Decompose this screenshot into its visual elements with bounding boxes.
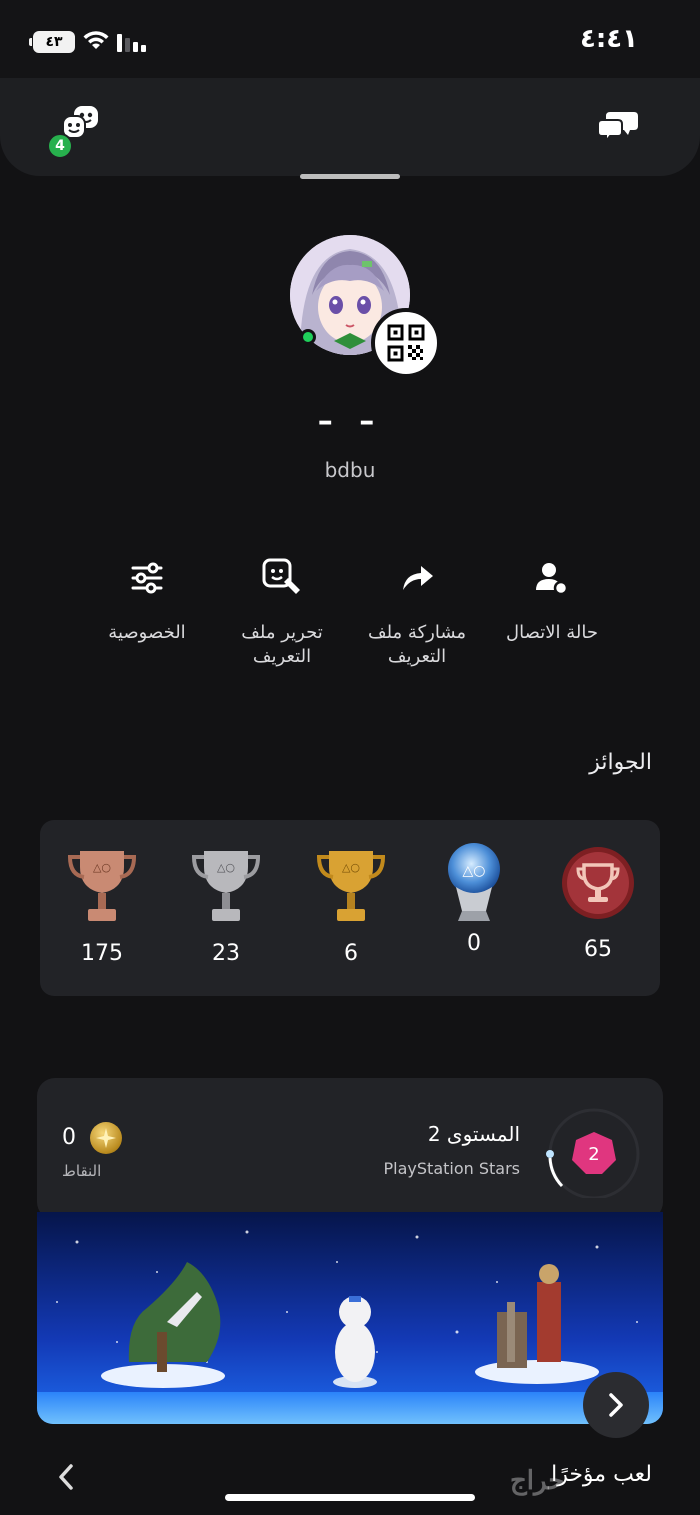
points-label: النقاط xyxy=(62,1162,102,1180)
qr-code-button[interactable] xyxy=(371,308,441,378)
trophy-bronze: △○ 175 xyxy=(57,845,147,966)
action-privacy[interactable]: الخصوصية xyxy=(82,555,212,675)
svg-text:△○: △○ xyxy=(342,861,360,874)
online-id: bdbu xyxy=(324,458,376,482)
trophy-bronze-count: 175 xyxy=(81,941,123,966)
trophy-level-icon xyxy=(562,847,634,919)
online-status-dot xyxy=(300,329,316,345)
banner-next-button[interactable] xyxy=(583,1372,649,1438)
trophy-platinum-count: 0 xyxy=(467,931,481,956)
watermark: حراج xyxy=(510,1466,565,1496)
action-label: مشاركة ملف التعريف xyxy=(367,622,467,667)
action-connection-status[interactable]: حالة الاتصال xyxy=(487,555,617,675)
points-coin-icon xyxy=(90,1122,122,1154)
display-name: – – xyxy=(317,404,383,439)
recently-played-title: لعب مؤخرًا xyxy=(551,1462,652,1487)
user-status-icon xyxy=(487,555,617,601)
wifi-icon xyxy=(82,29,110,55)
trophy-gold: △○ 6 xyxy=(306,845,396,966)
bronze-trophy-icon: △○ xyxy=(67,851,137,921)
signal-icon xyxy=(117,32,146,52)
status-time: ٤:٤١ xyxy=(579,24,638,54)
trophy-gold-count: 6 xyxy=(344,941,358,966)
action-edit-profile[interactable]: تحرير ملف التعريف xyxy=(217,555,347,675)
battery-icon: ٤٣ xyxy=(29,31,75,53)
qr-code-icon xyxy=(387,324,425,362)
trophy-level: 65 xyxy=(553,845,643,962)
trophy-silver-count: 23 xyxy=(212,941,240,966)
collectibles-banner[interactable] xyxy=(37,1212,663,1424)
platinum-trophy-icon: △○ xyxy=(448,843,500,921)
trophy-platinum: △○ 0 xyxy=(429,843,519,956)
drag-handle[interactable] xyxy=(300,174,400,179)
trophy-level-count: 65 xyxy=(584,937,612,962)
chat-bubbles-icon[interactable] xyxy=(597,108,640,148)
notification-badge: 4 xyxy=(47,133,73,159)
edit-profile-icon xyxy=(217,555,347,601)
home-indicator[interactable] xyxy=(225,1494,475,1501)
chevron-right-icon xyxy=(609,1393,623,1417)
level-number: 2 xyxy=(588,1144,599,1165)
chevron-left-icon[interactable] xyxy=(55,1462,77,1496)
action-label: تحرير ملف التعريف xyxy=(241,622,323,667)
silver-trophy-icon: △○ xyxy=(191,851,261,921)
trophies-title: الجوائز xyxy=(589,750,652,775)
share-arrow-icon xyxy=(352,555,482,601)
action-label: حالة الاتصال xyxy=(506,622,598,643)
gold-trophy-icon: △○ xyxy=(316,851,386,921)
sliders-icon xyxy=(82,555,212,601)
action-label: الخصوصية xyxy=(108,622,186,643)
stars-level-text: المستوى 2 xyxy=(427,1122,520,1146)
svg-text:△○: △○ xyxy=(463,863,486,879)
svg-text:△○: △○ xyxy=(217,861,235,874)
trophy-silver: △○ 23 xyxy=(181,845,271,966)
stars-program-name: PlayStation Stars xyxy=(383,1159,520,1178)
svg-text:△○: △○ xyxy=(93,861,111,874)
action-share-profile[interactable]: مشاركة ملف التعريف xyxy=(352,555,482,675)
points-value: 0 xyxy=(62,1125,76,1150)
level-ring: 2 xyxy=(536,1102,648,1202)
